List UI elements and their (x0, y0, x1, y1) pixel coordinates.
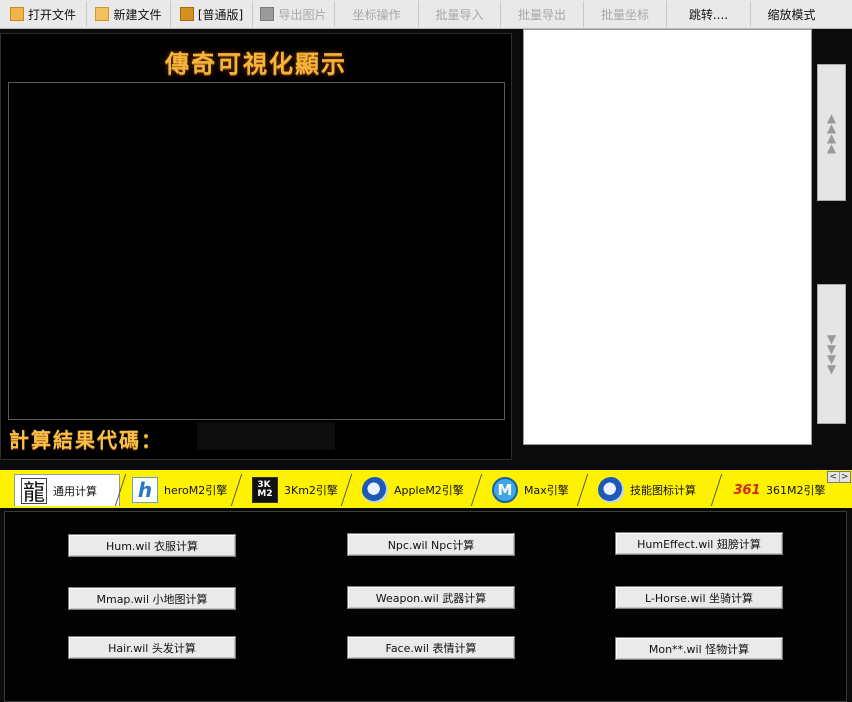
toolbar: 打开文件 新建文件 [普通版] 导出图片 坐标操作 批量导入 批量导出 批量坐标… (0, 0, 852, 29)
calc-panel: Hum.wil 衣服计算 Npc.wil Npc计算 HumEffect.wil… (4, 511, 847, 702)
tab-max-engine[interactable]: M Max引擎 (486, 474, 586, 506)
mode-button[interactable]: [普通版] (171, 1, 253, 27)
npc-calc-button[interactable]: Npc.wil Npc计算 (347, 533, 515, 556)
tab-361m2-engine[interactable]: 361 361M2引擎 (728, 474, 826, 506)
jump-label: 跳转.... (688, 7, 729, 22)
chevron-right-icon[interactable]: > (840, 472, 851, 482)
max-logo-icon: M (492, 477, 518, 503)
triangle-down-icon: ▼ ▼ ▼ ▼ (826, 332, 837, 376)
export-image-button[interactable]: 导出图片 (253, 1, 335, 27)
open-file-button[interactable]: 打开文件 (0, 1, 87, 27)
tab-label: Max引擎 (524, 484, 569, 497)
tab-applem2-engine[interactable]: AppleM2引擎 (356, 474, 474, 506)
result-code-field[interactable] (197, 422, 335, 450)
horse-calc-button[interactable]: L-Horse.wil 坐骑计算 (615, 586, 783, 609)
monster-calc-button[interactable]: Mon**.wil 怪物计算 (615, 637, 783, 660)
tab-label: AppleM2引擎 (394, 484, 464, 497)
jump-button[interactable]: 跳转.... (667, 1, 751, 27)
hum-calc-button[interactable]: Hum.wil 衣服计算 (68, 534, 236, 557)
triangle-up-icon: ▲ ▲ ▲ ▲ (826, 110, 837, 155)
face-calc-button[interactable]: Face.wil 表情计算 (347, 636, 515, 659)
mmap-calc-button[interactable]: Mmap.wil 小地图计算 (68, 587, 236, 610)
tab-label: 361M2引擎 (766, 484, 826, 497)
tab-label: 3Km2引擎 (284, 484, 338, 497)
tab-label: 通用计算 (53, 484, 97, 498)
weapon-calc-button[interactable]: Weapon.wil 武器计算 (347, 586, 515, 609)
new-file-icon (95, 7, 110, 21)
engine-tab-strip: 龍 通用计算 h heroM2引擎 3K M2 3Km2引擎 AppleM2引擎 … (0, 470, 852, 508)
361-logo-icon: 361 (733, 482, 761, 498)
chevron-left-icon[interactable]: < (828, 472, 840, 482)
folder-icon (9, 7, 24, 21)
scroll-up-button[interactable]: ▲ ▲ ▲ ▲ (817, 64, 846, 201)
coordinate-operation-label: 坐标操作 (352, 7, 401, 22)
image-icon (260, 7, 275, 21)
batch-import-label: 批量导入 (435, 7, 484, 22)
hero-logo-icon: h (132, 477, 158, 503)
batch-export-button[interactable]: 批量导出 (501, 1, 584, 27)
open-file-label: 打开文件 (27, 7, 76, 22)
hair-calc-button[interactable]: Hair.wil 头发计算 (68, 636, 236, 659)
tab-skill-icon-calc[interactable]: 技能图标计算 (592, 474, 716, 506)
export-image-label: 导出图片 (278, 7, 327, 22)
tab-3km2-engine[interactable]: 3K M2 3Km2引擎 (246, 474, 346, 506)
display-canvas[interactable] (8, 82, 505, 420)
preview-area[interactable] (523, 29, 812, 445)
swirl-logo-icon (362, 477, 388, 503)
dragon-icon: 龍 (21, 477, 47, 506)
display-title: 傳奇可視化顯示 (165, 49, 347, 78)
scroll-down-button[interactable]: ▼ ▼ ▼ ▼ (817, 284, 846, 424)
batch-coordinate-button[interactable]: 批量坐标 (584, 1, 667, 27)
result-code-label: 計算結果代碼： (9, 428, 163, 452)
humeffect-calc-button[interactable]: HumEffect.wil 翅膀计算 (615, 532, 783, 555)
batch-coordinate-label: 批量坐标 (600, 7, 649, 22)
batch-import-button[interactable]: 批量导入 (419, 1, 501, 27)
mode-icon (179, 7, 194, 21)
zoom-mode-button[interactable]: 缩放模式 (751, 1, 832, 27)
new-file-label: 新建文件 (113, 7, 162, 22)
tab-label: heroM2引擎 (164, 484, 228, 497)
tab-general-calc[interactable]: 龍 通用计算 (14, 474, 120, 506)
new-file-button[interactable]: 新建文件 (87, 1, 171, 27)
tab-label: 技能图标计算 (630, 484, 696, 497)
coordinate-operation-button[interactable]: 坐标操作 (335, 1, 419, 27)
tab-herom2-engine[interactable]: h heroM2引擎 (126, 474, 232, 506)
zoom-mode-label: 缩放模式 (767, 7, 816, 22)
tab-scroll-control[interactable]: < > (827, 471, 851, 483)
mode-label: [普通版] (197, 7, 244, 22)
display-panel: 傳奇可視化顯示 計算結果代碼： (0, 33, 512, 460)
batch-export-label: 批量导出 (517, 7, 566, 22)
3k-logo-icon: 3K M2 (252, 477, 278, 503)
swirl-logo-icon (598, 477, 624, 503)
